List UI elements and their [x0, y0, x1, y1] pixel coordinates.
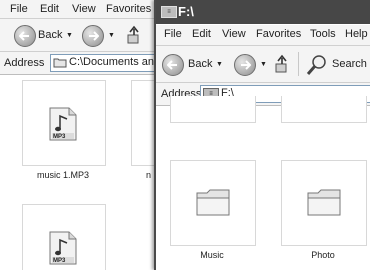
- file-tile-music-1[interactable]: MP3: [22, 80, 106, 166]
- address-value: C:\Documents and S: [69, 56, 156, 68]
- menu-edit[interactable]: Edit: [40, 3, 59, 15]
- toolbar-separator: [298, 52, 299, 76]
- back-dropdown-icon[interactable]: ▼: [216, 61, 223, 68]
- title-bar[interactable]: ≡ F:\: [156, 0, 370, 24]
- forward-arrow-icon: [89, 31, 99, 41]
- menu-file[interactable]: File: [164, 28, 182, 40]
- toolbar: Back ▼ ▼ Search: [156, 46, 370, 83]
- forward-arrow-icon: [241, 60, 251, 70]
- forward-dropdown-icon[interactable]: ▼: [108, 32, 115, 39]
- address-input[interactable]: C:\Documents and S: [50, 54, 156, 72]
- back-button[interactable]: [14, 25, 36, 47]
- tile-scrolled-partial[interactable]: [170, 96, 256, 123]
- menu-edit[interactable]: Edit: [192, 28, 211, 40]
- folder-icon: [196, 189, 230, 216]
- back-button[interactable]: [162, 54, 184, 76]
- back-dropdown-icon[interactable]: ▼: [66, 32, 73, 39]
- forward-button[interactable]: [82, 25, 104, 47]
- folder-name: Music: [200, 250, 224, 260]
- back-label: Back: [188, 58, 213, 70]
- folder-tile-music[interactable]: [170, 160, 256, 246]
- folder-icon: [307, 189, 341, 216]
- mp3-badge: MP3: [53, 258, 66, 264]
- up-folder-icon[interactable]: [126, 25, 144, 45]
- menu-view[interactable]: View: [222, 28, 246, 40]
- toolbar: Back ▼ ▼: [0, 19, 156, 52]
- back-label: Back: [38, 29, 63, 41]
- menu-bar: File Edit View Favorites Tools Help: [156, 25, 370, 46]
- menu-help[interactable]: Help: [345, 28, 368, 40]
- back-arrow-icon: [167, 60, 177, 70]
- search-icon[interactable]: [306, 54, 328, 76]
- background-explorer-window: File Edit View Favorites Back ▼ ▼ Addres…: [0, 0, 156, 270]
- search-label[interactable]: Search: [332, 58, 367, 70]
- address-label: Address: [4, 57, 45, 69]
- file-name: music 1.MP3: [36, 170, 89, 180]
- menu-favorites[interactable]: Favorites: [256, 28, 301, 40]
- menu-view[interactable]: View: [72, 3, 96, 15]
- forward-button[interactable]: [234, 54, 256, 76]
- menu-tools[interactable]: Tools: [310, 28, 336, 40]
- forward-dropdown-icon[interactable]: ▼: [260, 61, 267, 68]
- drive-icon: ≡: [161, 6, 177, 18]
- menu-bar: File Edit View Favorites: [0, 0, 156, 19]
- window-title: F:\: [178, 4, 194, 19]
- back-arrow-icon: [19, 31, 29, 41]
- address-bar: Address C:\Documents and S: [0, 52, 156, 75]
- up-folder-icon[interactable]: [274, 54, 292, 74]
- folder-icon: [53, 58, 67, 68]
- file-tile-partial[interactable]: [131, 80, 156, 166]
- folder-tile-photo[interactable]: [281, 160, 367, 246]
- tile-scrolled-partial[interactable]: [281, 96, 367, 123]
- menu-file[interactable]: File: [10, 3, 28, 15]
- file-tile-music-2[interactable]: MP3: [22, 204, 106, 270]
- mp3-badge: MP3: [53, 134, 66, 140]
- folder-name: Photo: [311, 250, 335, 260]
- drive-f-explorer-window: ≡ F:\ File Edit View Favorites Tools Hel…: [154, 0, 370, 270]
- menu-favorites[interactable]: Favorites: [106, 3, 151, 15]
